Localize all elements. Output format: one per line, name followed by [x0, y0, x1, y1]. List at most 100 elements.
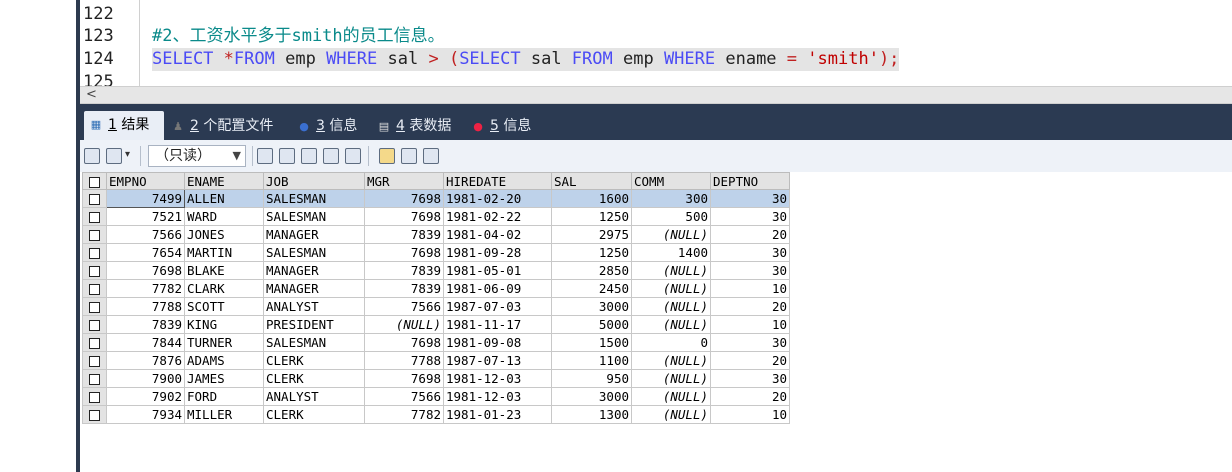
- cell-job[interactable]: MANAGER: [263, 261, 365, 280]
- cell-ename[interactable]: JONES: [184, 225, 264, 244]
- cell-job[interactable]: PRESIDENT: [263, 315, 365, 334]
- cell-deptno[interactable]: 30: [710, 243, 790, 262]
- tab-result-5[interactable]: ● 5 信息: [466, 113, 542, 140]
- row-checkbox[interactable]: [82, 405, 107, 424]
- add-row-icon[interactable]: [257, 148, 273, 164]
- column-header-job[interactable]: JOB: [263, 172, 365, 190]
- select-all-checkbox[interactable]: [82, 172, 107, 190]
- cell-empno[interactable]: 7934: [106, 405, 185, 424]
- cell-job[interactable]: SALESMAN: [263, 207, 365, 226]
- text-view-icon[interactable]: [423, 148, 439, 164]
- cell-ename[interactable]: FORD: [184, 387, 264, 406]
- cell-deptno[interactable]: 20: [710, 351, 790, 370]
- cell-mgr[interactable]: 7698: [364, 243, 444, 262]
- row-checkbox[interactable]: [82, 333, 107, 352]
- cell-empno[interactable]: 7900: [106, 369, 185, 388]
- cell-empno[interactable]: 7844: [106, 333, 185, 352]
- cell-mgr[interactable]: 7698: [364, 189, 444, 208]
- cell-hiredate[interactable]: 1981-01-23: [443, 405, 552, 424]
- cell-hiredate[interactable]: 1981-02-20: [443, 189, 552, 208]
- cell-sal[interactable]: 950: [551, 369, 632, 388]
- table-row[interactable]: 7788 SCOTT ANALYST 7566 1987-07-03 3000 (NULL)…: [82, 297, 790, 316]
- cell-sal[interactable]: 1600: [551, 189, 632, 208]
- cell-hiredate[interactable]: 1981-04-02: [443, 225, 552, 244]
- cell-comm[interactable]: (NULL): [631, 351, 711, 370]
- cell-job[interactable]: ANALYST: [263, 387, 365, 406]
- cell-sal[interactable]: 5000: [551, 315, 632, 334]
- cell-sal[interactable]: 2450: [551, 279, 632, 298]
- cell-comm[interactable]: (NULL): [631, 261, 711, 280]
- delete-icon[interactable]: [323, 148, 339, 164]
- cell-job[interactable]: CLERK: [263, 405, 365, 424]
- cell-comm[interactable]: (NULL): [631, 297, 711, 316]
- cell-comm[interactable]: 1400: [631, 243, 711, 262]
- cell-ename[interactable]: KING: [184, 315, 264, 334]
- column-header-empno[interactable]: EMPNO: [106, 172, 185, 190]
- tab-result-2[interactable]: ♟ 2 个配置文件: [166, 113, 286, 140]
- scroll-left-arrow-icon[interactable]: <: [86, 87, 97, 103]
- horizontal-scrollbar[interactable]: <: [80, 86, 1232, 104]
- cell-ename[interactable]: ADAMS: [184, 351, 264, 370]
- cell-sal[interactable]: 1500: [551, 333, 632, 352]
- cell-ename[interactable]: JAMES: [184, 369, 264, 388]
- cell-deptno[interactable]: 20: [710, 297, 790, 316]
- row-checkbox[interactable]: [82, 315, 107, 334]
- cell-job[interactable]: MANAGER: [263, 225, 365, 244]
- cell-job[interactable]: SALESMAN: [263, 189, 365, 208]
- cell-deptno[interactable]: 30: [710, 261, 790, 280]
- cell-deptno[interactable]: 30: [710, 333, 790, 352]
- cell-ename[interactable]: WARD: [184, 207, 264, 226]
- cell-hiredate[interactable]: 1981-12-03: [443, 387, 552, 406]
- edit-mode-select[interactable]: （只读） ▼: [148, 145, 246, 167]
- cell-empno[interactable]: 7499: [106, 189, 185, 208]
- row-checkbox[interactable]: [82, 351, 107, 370]
- row-checkbox[interactable]: [82, 369, 107, 388]
- table-row[interactable]: 7900 JAMES CLERK 7698 1981-12-03 950 (NULL) 30: [82, 369, 790, 388]
- duplicate-row-icon[interactable]: [279, 148, 295, 164]
- table-row[interactable]: 7521 WARD SALESMAN 7698 1981-02-22 1250 500 30: [82, 207, 790, 226]
- cell-sal[interactable]: 1250: [551, 243, 632, 262]
- cell-deptno[interactable]: 30: [710, 207, 790, 226]
- cell-job[interactable]: SALESMAN: [263, 333, 365, 352]
- cell-empno[interactable]: 7654: [106, 243, 185, 262]
- cell-empno[interactable]: 7782: [106, 279, 185, 298]
- cell-empno[interactable]: 7902: [106, 387, 185, 406]
- cell-mgr[interactable]: 7839: [364, 261, 444, 280]
- cell-job[interactable]: ANALYST: [263, 297, 365, 316]
- cell-hiredate[interactable]: 1981-09-28: [443, 243, 552, 262]
- row-checkbox[interactable]: [82, 243, 107, 262]
- cell-ename[interactable]: TURNER: [184, 333, 264, 352]
- cell-empno[interactable]: 7876: [106, 351, 185, 370]
- grid-view-icon[interactable]: [379, 148, 395, 164]
- cell-comm[interactable]: (NULL): [631, 315, 711, 334]
- cell-ename[interactable]: MILLER: [184, 405, 264, 424]
- table-row[interactable]: 7698 BLAKE MANAGER 7839 1981-05-01 2850 (NULL)…: [82, 261, 790, 280]
- cell-deptno[interactable]: 30: [710, 189, 790, 208]
- cell-deptno[interactable]: 10: [710, 279, 790, 298]
- cell-comm[interactable]: (NULL): [631, 387, 711, 406]
- tab-result-3[interactable]: ● 3 信息: [292, 113, 368, 140]
- cell-ename[interactable]: CLARK: [184, 279, 264, 298]
- cell-hiredate[interactable]: 1981-06-09: [443, 279, 552, 298]
- cell-sal[interactable]: 3000: [551, 297, 632, 316]
- cell-comm[interactable]: 0: [631, 333, 711, 352]
- tab-result-1[interactable]: ▦ 1 结果: [84, 111, 164, 140]
- cell-sal[interactable]: 3000: [551, 387, 632, 406]
- table-row[interactable]: 7566 JONES MANAGER 7839 1981-04-02 2975 (NULL)…: [82, 225, 790, 244]
- row-checkbox[interactable]: [82, 189, 107, 208]
- column-header-comm[interactable]: COMM: [631, 172, 711, 190]
- cell-mgr[interactable]: 7788: [364, 351, 444, 370]
- table-row[interactable]: 7934 MILLER CLERK 7782 1981-01-23 1300 (NULL) 1…: [82, 405, 790, 424]
- save-icon[interactable]: [301, 148, 317, 164]
- table-row[interactable]: 7654 MARTIN SALESMAN 7698 1981-09-28 1250 1400…: [82, 243, 790, 262]
- cell-deptno[interactable]: 20: [710, 225, 790, 244]
- cell-sal[interactable]: 1250: [551, 207, 632, 226]
- table-row[interactable]: 7782 CLARK MANAGER 7839 1981-06-09 2450 (NULL)…: [82, 279, 790, 298]
- column-header-deptno[interactable]: DEPTNO: [710, 172, 790, 190]
- cell-comm[interactable]: (NULL): [631, 369, 711, 388]
- cell-mgr[interactable]: 7698: [364, 207, 444, 226]
- cell-empno[interactable]: 7839: [106, 315, 185, 334]
- cell-mgr[interactable]: 7566: [364, 297, 444, 316]
- cell-sal[interactable]: 2975: [551, 225, 632, 244]
- cell-mgr[interactable]: 7566: [364, 387, 444, 406]
